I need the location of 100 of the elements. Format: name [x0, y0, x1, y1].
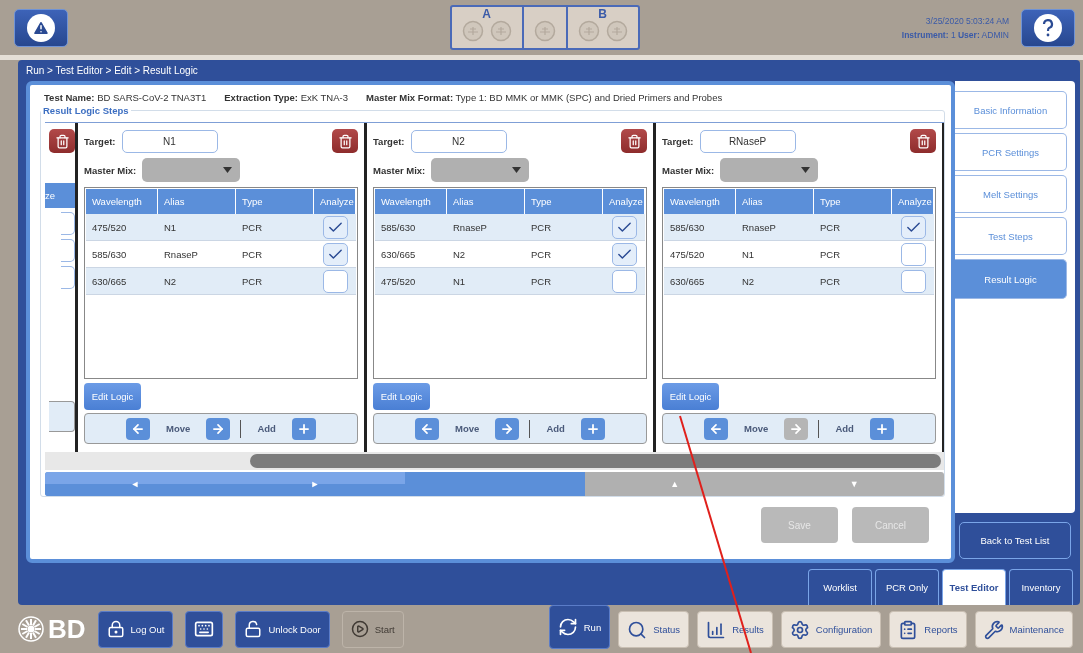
move-left-button[interactable]: [415, 417, 440, 440]
analyze-checkbox[interactable]: [322, 242, 348, 266]
target-field[interactable]: N1: [121, 129, 218, 153]
table-cell-text: N1: [452, 275, 467, 287]
test-info: Extraction Type: ExK TNA-3: [224, 91, 348, 103]
side-tab[interactable]: Basic Information: [955, 91, 1067, 129]
back-button[interactable]: Back to Test List: [959, 522, 1071, 559]
caret-icon: [801, 167, 811, 173]
analyze-checkbox[interactable]: [900, 269, 926, 293]
arrow-right-icon: [500, 421, 515, 436]
arrow-left-icon: [420, 421, 435, 436]
checkbox[interactable]: [61, 266, 75, 289]
mode-tab[interactable]: Inventory: [1009, 569, 1073, 605]
table-cell-text: PCR: [530, 221, 553, 233]
checkbox[interactable]: [61, 212, 75, 235]
search-icon: [627, 619, 648, 640]
table-cell-text: 630/665: [669, 275, 706, 287]
analyze-checkbox[interactable]: [900, 242, 926, 266]
move-left-button[interactable]: [126, 417, 151, 440]
breadcrumb: Run > Test Editor > Edit > Result Logic: [26, 65, 198, 76]
add-button[interactable]: [291, 417, 316, 440]
delete-button[interactable]: [332, 129, 358, 153]
delete-button[interactable]: [910, 129, 936, 153]
help-button[interactable]: [1021, 8, 1075, 47]
target-field[interactable]: RNaseP: [699, 129, 796, 153]
add-label: Add: [834, 423, 855, 434]
plus-icon: [874, 421, 889, 436]
module-status-icon: [461, 20, 484, 42]
edit-logic-button[interactable]: Edit Logic: [662, 383, 719, 410]
caret-icon: [223, 167, 233, 173]
analyze-checkbox[interactable]: [900, 215, 926, 239]
nav-button[interactable]: Run: [548, 605, 611, 649]
table-cell-text: PCR: [530, 248, 553, 260]
table-cell-text: 585/630: [669, 221, 706, 233]
side-tab[interactable]: Melt Settings: [955, 175, 1067, 213]
analyze-checkbox[interactable]: [322, 215, 348, 239]
side-tab[interactable]: Test Steps: [955, 217, 1067, 255]
mode-tab[interactable]: PCR Only: [875, 569, 939, 605]
table-cell-text: 585/630: [91, 248, 128, 260]
plus-icon: [585, 421, 600, 436]
side-tab[interactable]: PCR Settings: [955, 133, 1067, 171]
table-cell-text: PCR: [241, 248, 264, 260]
module-status-icon: [489, 20, 512, 42]
table-cell-text: PCR: [530, 275, 553, 287]
move-label: Move: [743, 423, 770, 434]
table-cell-text: PCR: [819, 275, 842, 287]
table-cell-text: 475/520: [669, 248, 706, 260]
add-button[interactable]: [869, 417, 894, 440]
test-info: Test Name: BD SARS-CoV-2 TNA3T1: [44, 91, 207, 103]
mode-tab[interactable]: Test Editor: [942, 569, 1006, 605]
log-out-button[interactable]: Log Out: [97, 610, 174, 648]
delete-button[interactable]: [49, 129, 75, 153]
alert-button[interactable]: [14, 8, 68, 47]
analyze-checkbox[interactable]: [611, 269, 637, 293]
move-label: Move: [165, 423, 192, 434]
unlocked-padlock-icon: [244, 620, 263, 638]
master-mix-label: Master Mix:: [84, 164, 137, 176]
nav-button[interactable]: Status: [618, 611, 690, 648]
checkbox[interactable]: [61, 239, 75, 262]
table-cell-text: 475/520: [380, 275, 417, 287]
add-label: Add: [545, 423, 566, 434]
table-cell-text: 585/630: [380, 221, 417, 233]
target-field[interactable]: N2: [410, 129, 507, 153]
target-label: Target:: [373, 135, 405, 147]
nav-button[interactable]: Reports: [889, 611, 967, 648]
analyze-checkbox[interactable]: [322, 269, 348, 293]
table-cell-text: N1: [163, 221, 178, 233]
wrench-icon: [983, 619, 1004, 640]
move-label: Move: [454, 423, 481, 434]
mode-tab[interactable]: Worklist: [808, 569, 872, 605]
table-cell-text: N2: [741, 275, 756, 287]
scrollbar-thumb[interactable]: [250, 454, 941, 468]
table-cell-text: RnaseP: [452, 221, 488, 233]
nav-button[interactable]: Maintenance: [974, 611, 1073, 648]
unlock-door-button[interactable]: Unlock Door: [235, 610, 330, 648]
add-button[interactable]: [580, 417, 605, 440]
caret-icon: [512, 167, 522, 173]
nav-button[interactable]: Configuration: [780, 611, 882, 648]
analyze-checkbox[interactable]: [611, 242, 637, 266]
move-left-button[interactable]: [704, 417, 729, 440]
table-cell-text: RnaseP: [163, 248, 199, 260]
instrument-user-info: Instrument: 1 User: ADMIN: [901, 28, 1009, 42]
column-header: ze: [45, 183, 75, 208]
horizontal-scrollbar[interactable]: [45, 452, 944, 470]
help-icon: [1042, 18, 1054, 37]
plus-icon: [296, 421, 311, 436]
table-cell-text: 475/520: [91, 221, 128, 233]
edit-logic-button[interactable]: Edit Logic: [373, 383, 430, 410]
bar-chart-icon: [706, 619, 727, 640]
keyboard-button[interactable]: [185, 610, 224, 648]
delete-button[interactable]: [621, 129, 647, 153]
keyboard-icon: [194, 619, 215, 639]
refresh-icon: [557, 617, 578, 637]
arrow-right-icon: [211, 421, 226, 436]
edit-logic-button[interactable]: Edit Logic: [84, 383, 141, 410]
starburst-logo-icon: [18, 616, 44, 642]
move-right-button[interactable]: [495, 417, 520, 440]
move-bar: [49, 401, 75, 432]
move-right-button[interactable]: [206, 417, 231, 440]
analyze-checkbox[interactable]: [611, 215, 637, 239]
